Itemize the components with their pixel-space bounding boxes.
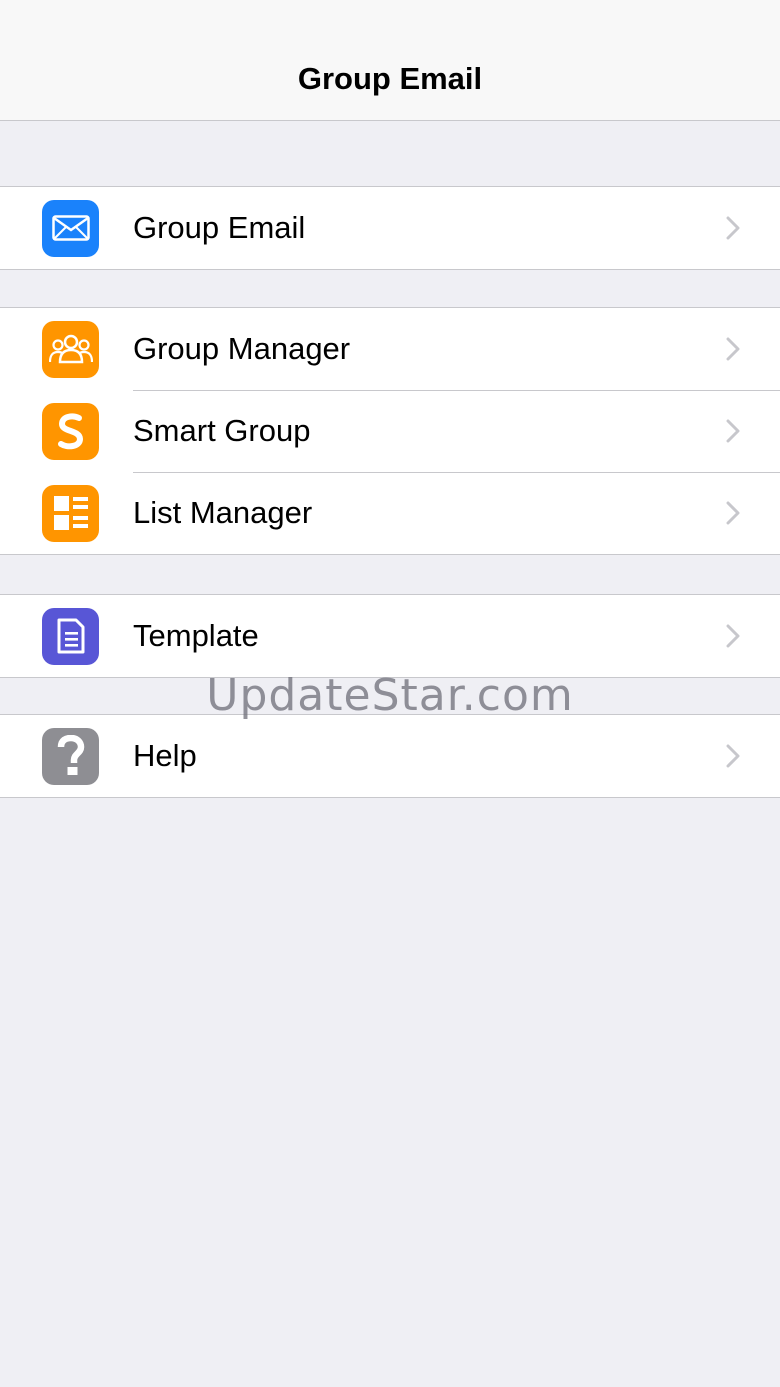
row-label: Group Manager xyxy=(133,331,351,366)
chevron-right-icon xyxy=(726,624,740,648)
row-label: Group Email xyxy=(133,210,306,245)
chevron-right-icon xyxy=(726,501,740,525)
chevron-right-icon xyxy=(726,216,740,240)
chevron-right-icon xyxy=(726,337,740,361)
row-group-email[interactable]: Group Email xyxy=(0,187,780,269)
row-smart-group[interactable]: Smart Group xyxy=(0,390,780,472)
section-main: Group Email xyxy=(0,186,780,270)
document-icon xyxy=(42,607,99,665)
question-icon xyxy=(42,727,99,785)
row-label: Template xyxy=(133,618,259,653)
row-list-manager[interactable]: List Manager xyxy=(0,472,780,554)
chevron-right-icon xyxy=(726,419,740,443)
navbar-title: Group Email xyxy=(297,61,483,96)
row-label: List Manager xyxy=(133,495,313,530)
row-label: Help xyxy=(133,738,197,773)
chevron-right-icon xyxy=(726,744,740,768)
row-label: Smart Group xyxy=(133,413,311,448)
row-help[interactable]: Help xyxy=(0,715,780,797)
navigation-bar: Group Email xyxy=(0,0,780,121)
mail-icon xyxy=(42,199,99,257)
section-template: Template xyxy=(0,594,780,678)
section-help: Help xyxy=(0,714,780,798)
row-template[interactable]: Template xyxy=(0,595,780,677)
smart-s-icon xyxy=(42,402,99,460)
list-icon xyxy=(42,484,99,542)
section-groups: Group Manager Smart Group List Manager xyxy=(0,307,780,555)
people-icon xyxy=(42,320,99,378)
row-group-manager[interactable]: Group Manager xyxy=(0,308,780,390)
